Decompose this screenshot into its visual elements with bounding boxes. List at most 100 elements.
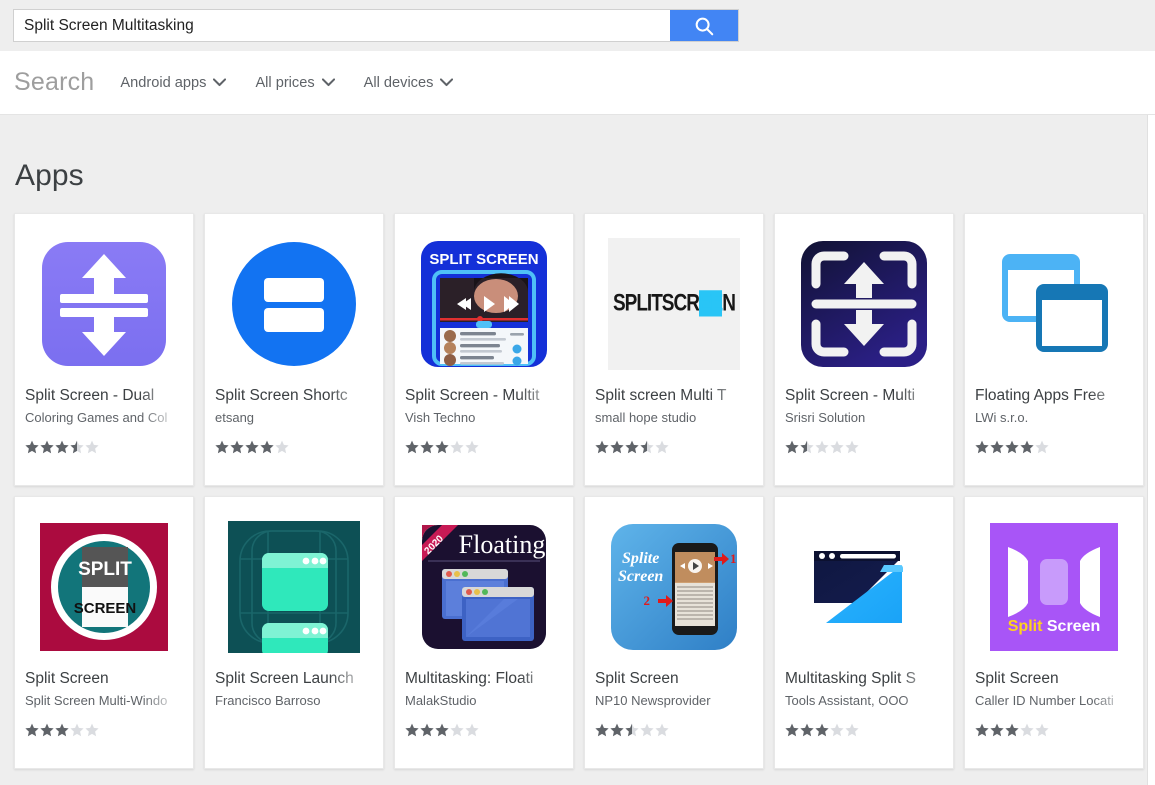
filter-chip-android-apps[interactable]: Android apps xyxy=(120,74,227,91)
star-icon xyxy=(420,440,434,454)
app-icon: SPLIT SCREEN xyxy=(38,521,170,653)
filter-chip-label: Android apps xyxy=(120,74,207,91)
app-icon xyxy=(798,521,930,653)
search-icon xyxy=(693,15,715,37)
svg-text:SPLIT SCREEN: SPLIT SCREEN xyxy=(429,251,538,268)
chevron-down-icon xyxy=(213,78,227,87)
app-card[interactable]: Split Screen Launch Francisco Barroso xyxy=(204,496,384,769)
star-icon xyxy=(70,440,84,454)
search-input[interactable] xyxy=(14,10,670,41)
app-title: Split Screen - Multi xyxy=(785,387,916,404)
star-icon xyxy=(640,723,654,737)
app-card[interactable]: Floating Apps Free LWi s.r.o. xyxy=(964,213,1144,486)
results-area: Apps Split Screen - Dual Coloring Games a… xyxy=(0,115,1155,785)
app-card[interactable]: Floating 2020 Multitasking: Floati MalakSt… xyxy=(394,496,574,769)
star-icon xyxy=(815,723,829,737)
star-icon xyxy=(40,440,54,454)
app-title: Split Screen xyxy=(975,670,1059,687)
app-icon-wrap xyxy=(215,507,373,667)
app-card[interactable]: Multitasking Split S Tools Assistant, OOO xyxy=(774,496,954,769)
multitasking-split-dark-icon xyxy=(814,551,903,623)
split-screen-multi-vish-icon: SPLIT SCREEN xyxy=(421,241,547,367)
filter-chip-all-devices[interactable]: All devices xyxy=(364,75,454,91)
app-icon xyxy=(228,238,360,370)
app-card[interactable]: Splite Screen 1 2 Split Screen NP10 Newspr… xyxy=(584,496,764,769)
star-icon xyxy=(25,723,39,737)
split-screen-teal-badge-icon: SPLIT SCREEN xyxy=(40,523,168,651)
app-card[interactable]: SPLITSCREEN Split screen Multi T small ho… xyxy=(584,213,764,486)
star-icon xyxy=(800,723,814,737)
right-edge-scroll-gutter[interactable] xyxy=(1147,115,1155,785)
app-icon: Floating 2020 xyxy=(418,521,550,653)
app-developer: Caller ID Number Locati xyxy=(975,693,1114,708)
app-developer: Francisco Barroso xyxy=(215,693,321,708)
svg-text:2: 2 xyxy=(644,593,651,608)
app-card[interactable]: SPLIT SCREEN Split Screen - Multit Vish T… xyxy=(394,213,574,486)
star-icon xyxy=(785,440,799,454)
splitscreen-wordmark-icon: SPLITSCREEN xyxy=(608,238,740,370)
star-icon xyxy=(990,440,1004,454)
svg-text:1: 1 xyxy=(730,551,737,566)
star-icon xyxy=(595,440,609,454)
rating-stars xyxy=(975,723,1133,737)
split-screen-navy-icon xyxy=(801,241,927,367)
rating-stars xyxy=(595,723,753,737)
filter-chip-label: All prices xyxy=(255,74,315,91)
star-icon xyxy=(245,440,259,454)
star-icon xyxy=(450,440,464,454)
star-icon xyxy=(975,723,989,737)
app-icon-wrap: SPLIT SCREEN xyxy=(405,224,563,384)
search-button[interactable] xyxy=(670,10,738,41)
rating-stars xyxy=(25,440,183,454)
app-developer: Tools Assistant, OOO xyxy=(785,693,909,708)
app-developer: small hope studio xyxy=(595,410,697,425)
rating-stars xyxy=(595,440,753,454)
svg-text:Splite: Splite xyxy=(622,550,659,567)
app-icon-wrap xyxy=(785,507,943,667)
app-icon-wrap: Split Screen xyxy=(975,507,1133,667)
star-icon xyxy=(85,440,99,454)
app-title: Multitasking: Floati xyxy=(405,670,534,687)
app-icon: SPLIT SCREEN xyxy=(418,238,550,370)
filter-chip-label: All devices xyxy=(363,74,434,91)
search-box[interactable] xyxy=(13,9,739,42)
svg-text:Floating: Floating xyxy=(459,530,546,559)
star-icon xyxy=(465,723,479,737)
app-card[interactable]: Split Screen - Dual Coloring Games and Co… xyxy=(14,213,194,486)
app-results-grid: Split Screen - Dual Coloring Games and Co… xyxy=(0,193,1155,769)
app-icon: SPLITSCREEN xyxy=(608,238,740,370)
app-developer: NP10 Newsprovider xyxy=(595,693,711,708)
app-icon-wrap xyxy=(25,224,183,384)
star-icon xyxy=(25,440,39,454)
split-screen-phone-icon: SpliteScreen 1 2 xyxy=(611,524,737,650)
app-icon-wrap xyxy=(215,224,373,384)
rating-stars xyxy=(975,440,1133,454)
app-developer: MalakStudio xyxy=(405,693,477,708)
app-developer: Split Screen Multi-Windo xyxy=(25,693,168,708)
app-card[interactable]: Split Screen Shortc etsang xyxy=(204,213,384,486)
star-icon xyxy=(435,440,449,454)
split-screen-launcher-icon xyxy=(228,521,360,653)
app-developer: etsang xyxy=(215,410,255,425)
app-card[interactable]: Split Screen - Multi Srisri Solution xyxy=(774,213,954,486)
app-icon: Splite Screen 1 2 xyxy=(608,521,740,653)
filter-bar: Search Android apps All prices All devic… xyxy=(0,51,1155,115)
star-icon xyxy=(40,723,54,737)
filter-chip-all-prices[interactable]: All prices xyxy=(255,74,335,91)
star-icon xyxy=(215,440,229,454)
star-icon xyxy=(610,440,624,454)
star-icon xyxy=(990,723,1004,737)
rating-stars xyxy=(785,440,943,454)
svg-text:SCREEN: SCREEN xyxy=(74,600,137,617)
star-icon xyxy=(55,440,69,454)
star-icon xyxy=(85,723,99,737)
star-icon xyxy=(1035,440,1049,454)
star-icon xyxy=(815,440,829,454)
chevron-down-icon xyxy=(321,78,335,87)
app-card[interactable]: SPLIT SCREEN Split Screen Split Screen Mul… xyxy=(14,496,194,769)
search-bar-strip xyxy=(0,0,1155,51)
app-card[interactable]: Split Screen Split Screen Caller ID Numbe… xyxy=(964,496,1144,769)
app-icon-wrap: SPLIT SCREEN xyxy=(25,507,183,667)
star-icon xyxy=(1005,440,1019,454)
star-icon xyxy=(1035,723,1049,737)
